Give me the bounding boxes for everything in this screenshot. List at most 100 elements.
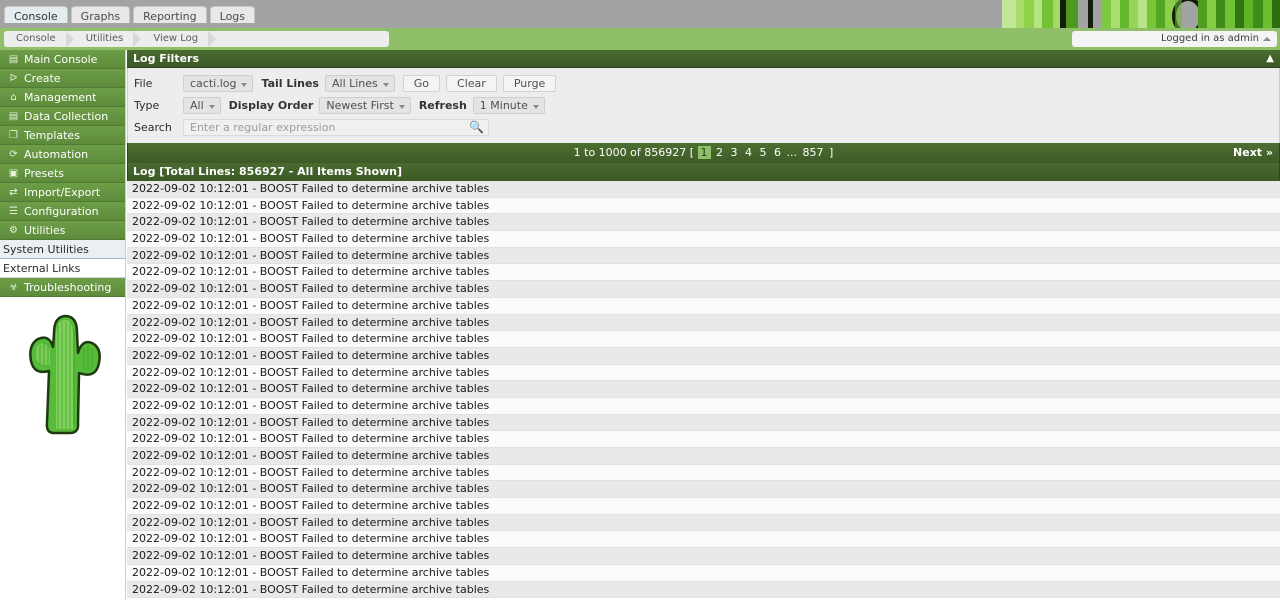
magnifier-icon[interactable]: 🔍 (469, 120, 484, 135)
log-table-title: Log [Total Lines: 856927 - All Items Sho… (133, 165, 403, 178)
page-link-2[interactable]: 2 (714, 146, 725, 159)
display-order-select[interactable]: Newest First (319, 96, 411, 114)
chart-icon: ᐅ (9, 72, 18, 84)
log-row: 2022-09-02 10:12:01 - BOOST Failed to de… (127, 581, 1280, 599)
go-button[interactable]: Go (402, 74, 441, 92)
sidebar-item-label: Data Collection (24, 109, 109, 123)
sidebar: ▤ Main Console ᐅ Create ⌂ Management ▤ D… (0, 50, 126, 600)
sidebar-item-troubleshooting[interactable]: ☣ Troubleshooting (0, 278, 125, 297)
page-link-1[interactable]: 1 (697, 146, 711, 159)
sidebar-item-label: Templates (24, 128, 80, 142)
sidebar-item-label: Configuration (24, 204, 99, 218)
sidebar-item-external-links[interactable]: External Links (0, 259, 125, 278)
window-icon: ▣ (8, 167, 19, 179)
refresh-label: Refresh (418, 98, 467, 112)
log-row: 2022-09-02 10:12:01 - BOOST Failed to de… (127, 347, 1280, 365)
chevron-down-icon (208, 104, 215, 109)
database-icon: ▤ (8, 110, 19, 122)
purge-button[interactable]: Purge (502, 74, 557, 92)
tab-graphs[interactable]: Graphs (70, 6, 131, 23)
search-input[interactable] (184, 119, 488, 135)
log-row: 2022-09-02 10:12:01 - BOOST Failed to de… (127, 431, 1280, 448)
file-select-value: cacti.log (190, 76, 237, 90)
page-link-857[interactable]: 857 (801, 146, 826, 159)
user-status-label: Logged in as admin (1160, 33, 1259, 44)
chevron-up-icon[interactable]: ▲ (1266, 50, 1274, 68)
log-row: 2022-09-02 10:12:01 - BOOST Failed to de… (127, 364, 1280, 382)
filter-row-file: File cacti.log Tail Lines All Lines Go C… (128, 72, 1279, 94)
log-filters-header: Log Filters ▲ (127, 50, 1280, 68)
cactus-logo (29, 314, 101, 435)
exchange-icon: ⇄ (9, 186, 18, 198)
breadcrumb-label: Utilities (85, 33, 124, 44)
clear-button[interactable]: Clear (446, 74, 497, 92)
log-row: 2022-09-02 10:12:01 - BOOST Failed to de… (127, 481, 1280, 499)
page-link-5[interactable]: 5 (758, 146, 769, 159)
log-row: 2022-09-02 10:12:01 - BOOST Failed to de… (127, 314, 1280, 332)
search-field-wrapper[interactable]: 🔍 (183, 118, 489, 136)
sidebar-item-system-utilities[interactable]: System Utilities (0, 240, 125, 259)
sidebar-item-label: Import/Export (24, 185, 101, 199)
display-order-label: Display Order (228, 98, 314, 112)
breadcrumb-label: View Log (153, 33, 199, 44)
sidebar-item-utilities[interactable]: ⚙ Utilities (0, 221, 125, 240)
sidebar-item-import-export[interactable]: ⇄ Import/Export (0, 183, 125, 202)
type-select-value: All (190, 98, 204, 112)
sidebar-item-main-console[interactable]: ▤ Main Console (0, 50, 125, 69)
main-content: Log Filters ▲ File cacti.log Tail Lines … (127, 50, 1280, 600)
bug-icon: ☣ (9, 281, 18, 293)
user-status-chip[interactable]: Logged in as admin (1072, 31, 1277, 47)
sidebar-item-label: Create (24, 71, 61, 85)
sidebar-item-label: Management (24, 90, 97, 104)
log-row: 2022-09-02 10:12:01 - BOOST Failed to de… (127, 414, 1280, 432)
sidebar-item-automation[interactable]: ⟳ Automation (0, 145, 125, 164)
sidebar-item-presets[interactable]: ▣ Presets (0, 164, 125, 183)
filter-row-search: Search 🔍 (128, 116, 1279, 138)
log-row: 2022-09-02 10:12:01 - BOOST Failed to de… (127, 231, 1280, 248)
log-row: 2022-09-02 10:12:01 - BOOST Failed to de… (127, 264, 1280, 282)
breadcrumb-item-console[interactable]: Console (4, 31, 74, 47)
pagination-bar[interactable]: 1 to 1000 of 856927 [ 1 2 3 4 5 6 ... 85… (127, 143, 1280, 163)
log-row: 2022-09-02 10:12:01 - BOOST Failed to de… (127, 514, 1280, 532)
caret-up-icon (1263, 37, 1271, 41)
log-row: 2022-09-02 10:12:01 - BOOST Failed to de… (127, 397, 1280, 415)
tail-lines-label: Tail Lines (261, 76, 319, 90)
filter-row-type: Type All Display Order Newest First Refr… (128, 94, 1279, 116)
log-row: 2022-09-02 10:12:01 - BOOST Failed to de… (127, 214, 1280, 232)
refresh-icon: ⟳ (9, 148, 18, 160)
tab-reporting[interactable]: Reporting (133, 6, 207, 23)
sidebar-item-management[interactable]: ⌂ Management (0, 88, 125, 107)
pagination-pages[interactable]: 1 2 3 4 5 6 ... 857 (697, 143, 826, 163)
log-row: 2022-09-02 10:12:01 - BOOST Failed to de… (127, 448, 1280, 465)
tab-logs[interactable]: Logs (209, 6, 256, 23)
chevron-down-icon (398, 104, 405, 109)
page-link-6[interactable]: 6 (772, 146, 783, 159)
next-page-link[interactable]: Next » (1233, 143, 1273, 163)
tail-lines-select[interactable]: All Lines (324, 74, 395, 92)
breadcrumb[interactable]: Console Utilities View Log (4, 31, 389, 47)
log-row: 2022-09-02 10:12:01 - BOOST Failed to de… (127, 331, 1280, 348)
sidebar-item-create[interactable]: ᐅ Create (0, 69, 125, 88)
sidebar-item-templates[interactable]: ❐ Templates (0, 126, 125, 145)
main-tab-bar[interactable]: Console Graphs Reporting Logs (4, 6, 256, 23)
log-row: 2022-09-02 10:12:01 - BOOST Failed to de… (127, 381, 1280, 398)
sidebar-item-label: External Links (3, 262, 81, 275)
sidebar-item-configuration[interactable]: ☰ Configuration (0, 202, 125, 221)
breadcrumb-chevron-icon (65, 31, 74, 47)
log-filters-body: File cacti.log Tail Lines All Lines Go C… (127, 68, 1280, 143)
sidebar-item-label: System Utilities (3, 243, 89, 256)
page-link-4[interactable]: 4 (743, 146, 754, 159)
file-select[interactable]: cacti.log (183, 74, 254, 92)
sidebar-item-data-collection[interactable]: ▤ Data Collection (0, 107, 125, 126)
display-order-value: Newest First (326, 98, 394, 112)
breadcrumb-item-utilities[interactable]: Utilities (73, 31, 142, 47)
page-link-3[interactable]: 3 (729, 146, 740, 159)
tab-console[interactable]: Console (4, 6, 68, 23)
file-label: File (134, 76, 153, 90)
refresh-select[interactable]: 1 Minute (472, 96, 545, 114)
copy-icon: ❐ (9, 129, 18, 141)
log-filters-title: Log Filters (133, 52, 200, 65)
breadcrumb-chevron-icon (133, 31, 142, 47)
type-select[interactable]: All (183, 96, 221, 114)
breadcrumb-item-view-log[interactable]: View Log (141, 31, 217, 47)
